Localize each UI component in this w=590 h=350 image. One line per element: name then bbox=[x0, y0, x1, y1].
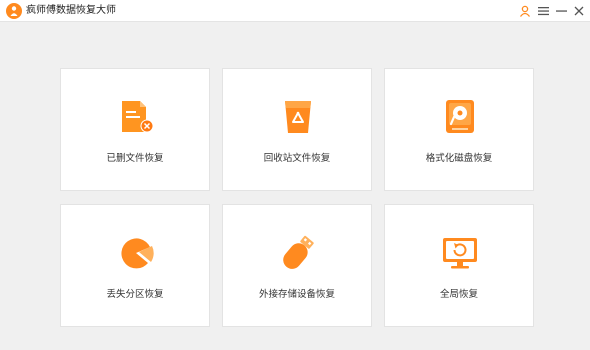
card-deleted-file-recovery[interactable]: 已删文件恢复 bbox=[60, 68, 210, 191]
card-format-disk-recovery[interactable]: 格式化磁盘恢复 bbox=[384, 68, 534, 191]
lost-partition-icon bbox=[114, 233, 158, 273]
close-icon bbox=[574, 6, 584, 16]
minimize-icon bbox=[555, 10, 567, 12]
usb-drive-icon bbox=[276, 233, 320, 273]
card-label: 回收站文件恢复 bbox=[263, 153, 331, 164]
menu-icon bbox=[537, 7, 549, 16]
card-global-recovery[interactable]: 全局恢复 bbox=[384, 204, 534, 327]
minimize-button[interactable] bbox=[553, 3, 569, 19]
card-label: 格式化磁盘恢复 bbox=[425, 153, 493, 164]
card-label: 外接存储设备恢复 bbox=[258, 289, 335, 300]
card-label: 已删文件恢复 bbox=[106, 153, 164, 164]
global-restore-icon bbox=[438, 233, 482, 273]
app-title: 疯师傅数据恢复大师 bbox=[26, 5, 116, 16]
app-logo-icon bbox=[6, 3, 22, 19]
user-icon bbox=[519, 5, 531, 17]
user-button[interactable] bbox=[517, 3, 533, 19]
card-lost-partition-recovery[interactable]: 丢失分区恢复 bbox=[60, 204, 210, 327]
close-button[interactable] bbox=[571, 3, 587, 19]
deleted-file-icon bbox=[114, 97, 158, 137]
recycle-bin-icon bbox=[276, 97, 320, 137]
card-label: 全局恢复 bbox=[439, 289, 478, 300]
title-bar: 疯师傅数据恢复大师 bbox=[0, 0, 590, 22]
format-disk-icon bbox=[438, 97, 482, 137]
menu-button[interactable] bbox=[535, 3, 551, 19]
card-external-storage-recovery[interactable]: 外接存储设备恢复 bbox=[222, 204, 372, 327]
card-recycle-bin-recovery[interactable]: 回收站文件恢复 bbox=[222, 68, 372, 191]
card-label: 丢失分区恢复 bbox=[106, 289, 164, 300]
